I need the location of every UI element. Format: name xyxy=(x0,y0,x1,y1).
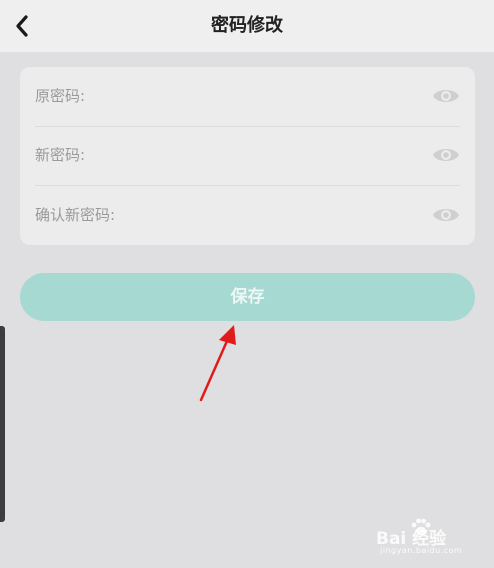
new-password-row: 新密码: xyxy=(35,126,460,185)
page-title: 密码修改 xyxy=(211,15,283,36)
baidu-jingyan-watermark: Bai 经验 jingyan.baidu.com xyxy=(376,514,488,560)
eye-icon xyxy=(433,209,459,221)
top-nav-bar: 密码修改 xyxy=(0,0,494,52)
confirm-password-row: 确认新密码: xyxy=(35,186,460,245)
confirm-password-label: 确认新密码: xyxy=(35,206,116,224)
confirm-password-input[interactable] xyxy=(153,200,420,232)
old-password-input[interactable] xyxy=(153,81,420,113)
old-password-row: 原密码: xyxy=(35,67,460,126)
paw-icon xyxy=(411,518,431,536)
watermark-url: jingyan.baidu.com xyxy=(380,546,463,555)
old-password-label: 原密码: xyxy=(35,87,86,105)
new-password-visibility-toggle[interactable] xyxy=(432,143,460,167)
new-password-input[interactable] xyxy=(153,140,420,172)
new-password-label: 新密码: xyxy=(35,146,86,164)
scroll-indicator xyxy=(0,326,5,522)
old-password-visibility-toggle[interactable] xyxy=(432,84,460,108)
password-form-card: 原密码: 新密码: 确认新密码: xyxy=(20,67,475,245)
confirm-password-visibility-toggle[interactable] xyxy=(432,203,460,227)
eye-icon xyxy=(433,149,459,161)
save-button[interactable]: 保存 xyxy=(20,273,475,321)
eye-icon xyxy=(433,90,459,102)
